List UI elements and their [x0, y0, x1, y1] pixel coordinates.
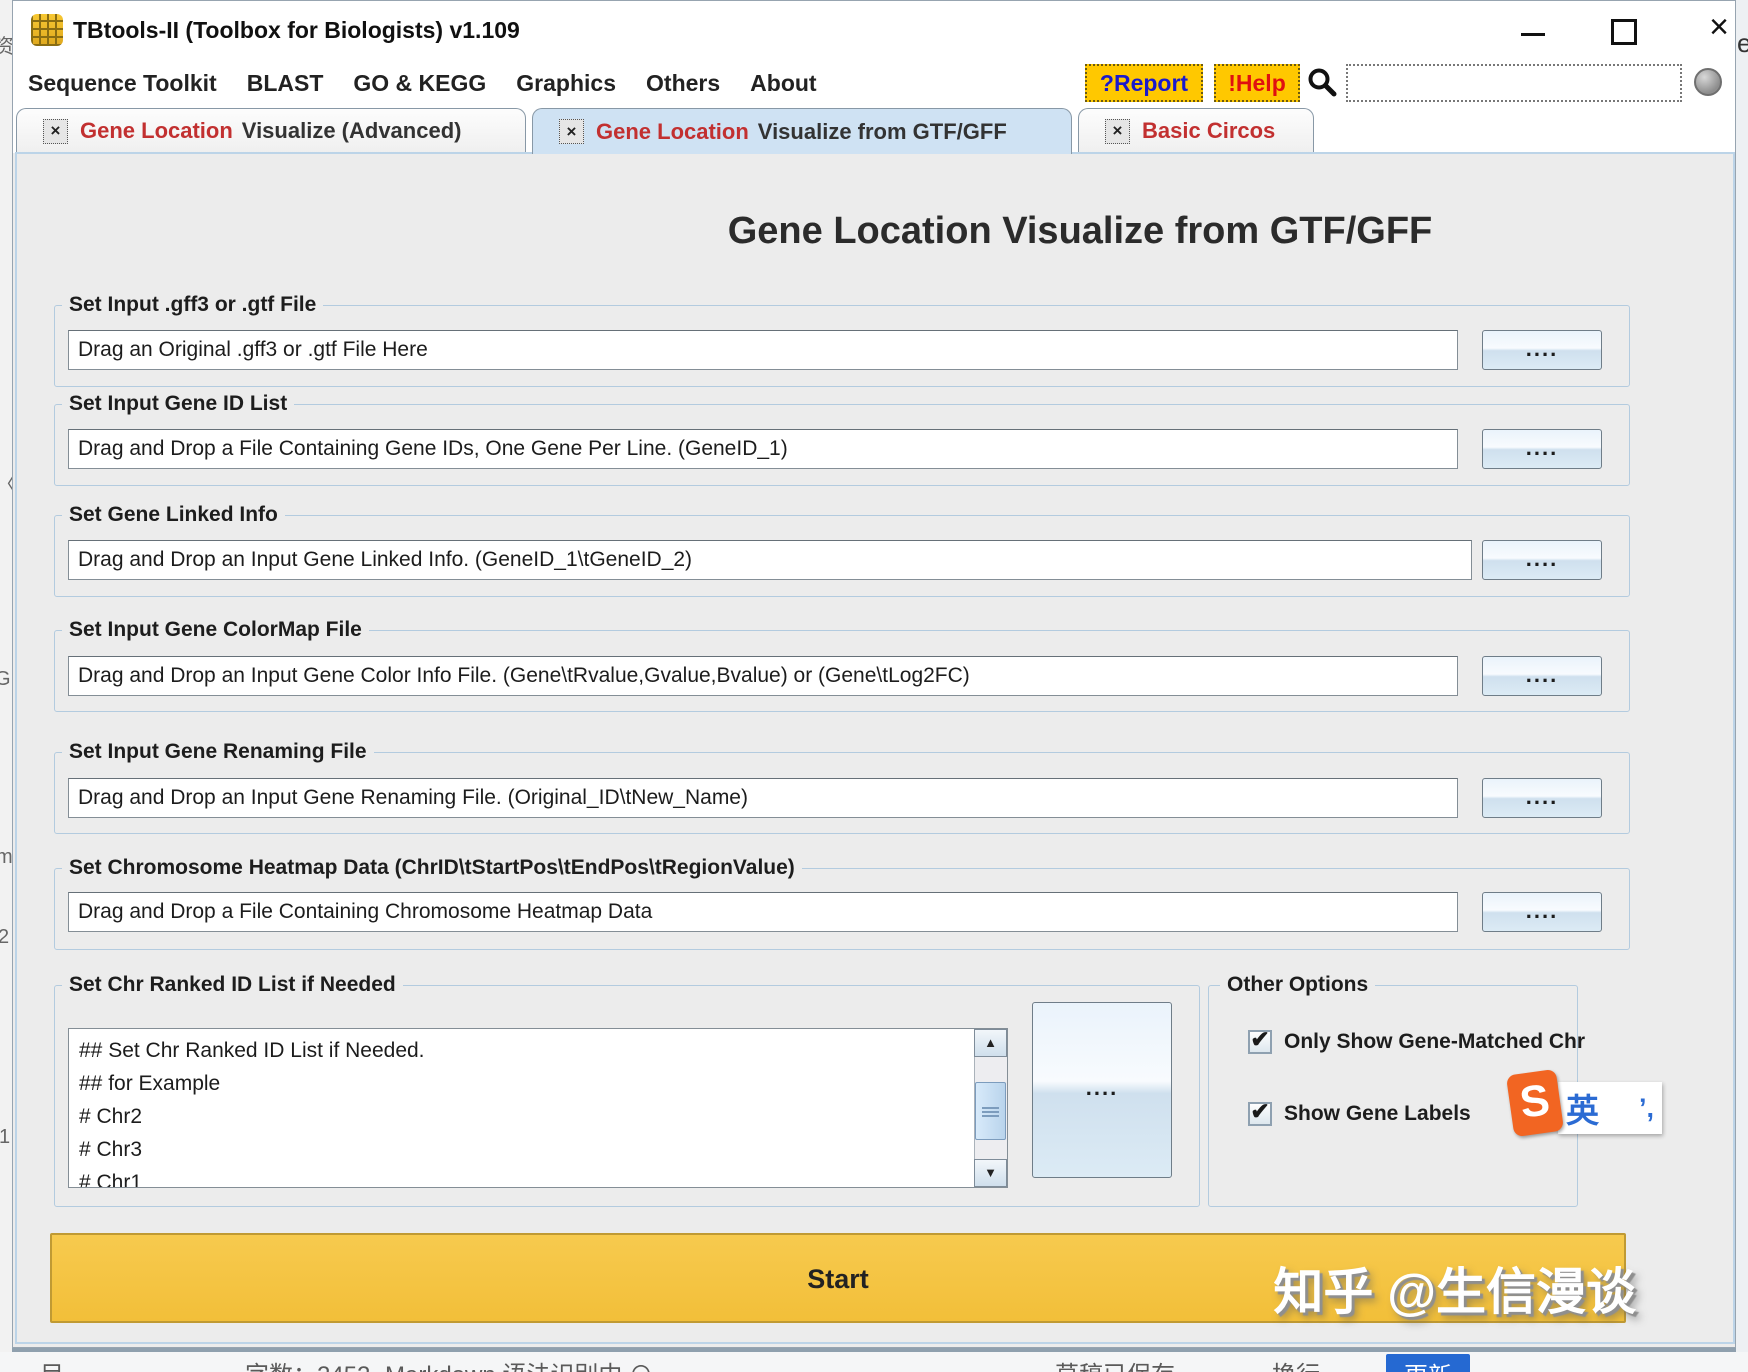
menu-sequence-toolkit[interactable]: Sequence Toolkit — [13, 59, 232, 107]
background-glyph: 1 — [0, 1126, 11, 1148]
check-icon: ✔ — [1250, 1098, 1270, 1124]
group-label: Set Input .gff3 or .gtf File — [62, 293, 324, 317]
background-statusbar: 目 字数：2452 Markdown 语法识别中 ⊙ 草稿已保存 换行 更新 — [0, 1352, 1748, 1372]
textarea-line: ## for Example — [79, 1072, 221, 1095]
group-label: Set Input Gene Renaming File — [62, 740, 374, 764]
page-title: Gene Location Visualize from GTF/GFF — [727, 210, 1433, 252]
app-icon — [31, 14, 63, 46]
background-glyph: 资 — [0, 36, 12, 58]
gene-id-browse-button[interactable]: .... — [1482, 429, 1602, 469]
scroll-up-button[interactable]: ▲ — [974, 1029, 1007, 1057]
gff-file-field[interactable] — [68, 330, 1458, 370]
textarea-line: ## Set Chr Ranked ID List if Needed. — [79, 1039, 425, 1062]
background-glyph: 2 — [0, 926, 10, 948]
gene-id-list-field[interactable] — [68, 429, 1458, 469]
tab-close-icon[interactable]: × — [43, 118, 68, 144]
check-icon: ✔ — [1250, 1026, 1270, 1052]
group-label: Other Options — [1220, 973, 1376, 997]
window-title: TBtools-II (Toolbox for Biologists) v1.1… — [73, 17, 520, 43]
checkbox-label: Only Show Gene-Matched Chr — [1284, 1030, 1586, 1053]
menu-graphics[interactable]: Graphics — [501, 59, 631, 107]
background-saved-status: 草稿已保存 — [1055, 1355, 1175, 1372]
scrollbar-thumb[interactable] — [975, 1082, 1006, 1140]
tab-label-highlight: Gene Location — [80, 118, 233, 143]
group-label: Set Input Gene ID List — [62, 392, 295, 416]
menu-go-kegg[interactable]: GO & KEGG — [338, 59, 501, 107]
textarea-line: # Chr1 — [79, 1171, 143, 1188]
tab-close-icon[interactable]: × — [559, 119, 584, 144]
background-right-strip: e — [1736, 0, 1748, 1372]
zhihu-watermark: 知乎 @生信漫谈 — [1273, 1264, 1636, 1320]
checkbox-label: Show Gene Labels — [1284, 1102, 1471, 1125]
maximize-button[interactable] — [1611, 19, 1637, 45]
background-glyph: G — [0, 668, 11, 690]
status-orb-icon[interactable] — [1694, 68, 1722, 96]
menu-about[interactable]: About — [735, 59, 831, 107]
gff-browse-button[interactable]: .... — [1482, 330, 1602, 370]
background-wrap-label: 换行 — [1272, 1355, 1320, 1372]
gene-renaming-field[interactable] — [68, 778, 1458, 818]
tab-gene-location-visualize-gtf-gff[interactable]: × Gene Location Visualize from GTF/GFF — [532, 108, 1072, 154]
background-glyph: 〈 — [0, 468, 12, 497]
background-update-button[interactable]: 更新 — [1386, 1354, 1470, 1372]
chr-ranked-browse-button[interactable]: .... — [1032, 1002, 1172, 1178]
textarea-line: # Chr2 — [79, 1105, 143, 1128]
background-left-strip: 资 〈 G m 2 1 — [0, 0, 12, 1372]
help-button[interactable]: !Help — [1214, 64, 1300, 102]
close-button[interactable]: × — [1701, 9, 1737, 45]
menu-others[interactable]: Others — [631, 59, 735, 107]
background-glyph: m — [0, 846, 12, 868]
group-label: Set Input Gene ColorMap File — [62, 618, 369, 642]
tab-label: Visualize from GTF/GFF — [757, 118, 1007, 144]
screen: 资 〈 G m 2 1 e TBtools-II (Toolbox for Bi… — [0, 0, 1748, 1372]
search-icon[interactable] — [1306, 66, 1338, 98]
gene-colormap-field[interactable] — [68, 656, 1458, 696]
toolbox-search-input[interactable] — [1346, 64, 1682, 102]
ime-mode-indicator[interactable]: 英 — [1566, 1084, 1599, 1132]
group-label: Set Chr Ranked ID List if Needed — [62, 973, 403, 997]
ime-logo-icon: S — [1505, 1068, 1565, 1138]
gene-linked-info-field[interactable] — [68, 540, 1472, 580]
title-bar: TBtools-II (Toolbox for Biologists) v1.1… — [13, 1, 1735, 59]
menu-blast[interactable]: BLAST — [232, 59, 339, 107]
minimize-button[interactable] — [1521, 33, 1545, 36]
thumb-grip-icon — [982, 1107, 999, 1117]
tab-close-icon[interactable]: × — [1105, 118, 1130, 144]
background-doc-icon: 目 — [40, 1355, 64, 1372]
group-label: Set Gene Linked Info — [62, 503, 285, 527]
tab-label-highlight: Gene Location — [596, 118, 749, 144]
chr-ranked-textarea[interactable]: ## Set Chr Ranked ID List if Needed. ## … — [68, 1028, 1008, 1188]
checkbox-only-show-gene-matched-chr[interactable]: ✔ — [1248, 1026, 1272, 1054]
checkbox-show-gene-labels[interactable]: ✔ — [1248, 1098, 1272, 1126]
tab-label: Visualize (Advanced) — [241, 118, 462, 143]
tab-gene-location-visualize-advanced[interactable]: × Gene Location Visualize (Advanced) — [16, 108, 526, 153]
chromosome-heatmap-field[interactable] — [68, 892, 1458, 932]
chromosome-heatmap-browse-button[interactable]: .... — [1482, 892, 1602, 932]
background-glyph: e — [1737, 28, 1748, 58]
tab-label-highlight: Basic Circos — [1142, 118, 1276, 143]
gene-renaming-browse-button[interactable]: .... — [1482, 778, 1602, 818]
report-button[interactable]: ?Report — [1085, 64, 1203, 102]
ime-statusbar: 英 ’, — [1558, 1082, 1662, 1134]
textarea-line: # Chr3 — [79, 1138, 143, 1161]
group-label: Set Chromosome Heatmap Data (ChrID\tStar… — [62, 856, 802, 880]
background-word-count: 字数：2452 — [245, 1355, 370, 1372]
scroll-down-button[interactable]: ▼ — [974, 1159, 1007, 1187]
gene-colormap-browse-button[interactable]: .... — [1482, 656, 1602, 696]
background-markdown-status: Markdown 语法识别中 ⊙ — [385, 1355, 653, 1372]
ime-punctuation-icon: ’, — [1638, 1092, 1654, 1123]
tab-basic-circos[interactable]: × Basic Circos — [1078, 108, 1314, 153]
gene-linked-browse-button[interactable]: .... — [1482, 540, 1602, 580]
